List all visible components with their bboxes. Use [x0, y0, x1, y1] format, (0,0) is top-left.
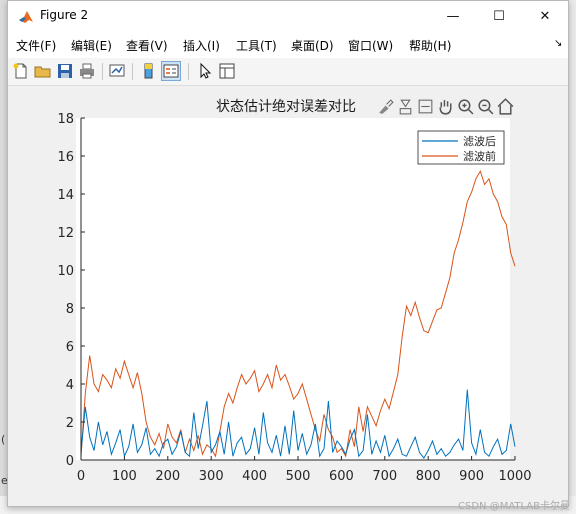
rotate-icon[interactable] [416, 97, 435, 116]
matlab-logo-icon [19, 11, 33, 23]
new-figure-icon[interactable] [12, 62, 30, 80]
chart-title: 状态估计绝对误差对比 [216, 99, 356, 115]
maximize-button[interactable]: ☐ [476, 1, 522, 32]
legend-icon[interactable] [161, 61, 181, 81]
menu-insert[interactable]: 插入(I) [183, 37, 220, 54]
open-folder-icon[interactable] [34, 62, 52, 80]
watermark-text: CSDN @MATLAB卡尔曼 [458, 501, 570, 512]
menu-edit[interactable]: 编辑(E) [71, 37, 112, 54]
menu-overflow-icon[interactable]: ↘ [554, 38, 562, 49]
figure-toolbar [8, 58, 568, 86]
window-title: Figure 2 [40, 8, 89, 22]
data-tip-icon[interactable] [396, 97, 415, 116]
close-button[interactable]: ✕ [522, 1, 568, 32]
close-icon: ✕ [539, 9, 551, 24]
print-icon[interactable] [78, 62, 96, 80]
minimize-button[interactable]: — [430, 1, 476, 32]
pointer-arrow-icon[interactable] [196, 62, 214, 80]
menu-file[interactable]: 文件(F) [16, 37, 56, 54]
toolbar-separator [188, 63, 189, 80]
toolbar-separator [132, 63, 133, 80]
pan-hand-icon[interactable] [436, 97, 455, 116]
minimize-icon: — [446, 9, 460, 24]
link-plot-icon[interactable] [108, 62, 126, 80]
axes-background [76, 118, 510, 460]
menu-window[interactable]: 窗口(W) [348, 37, 393, 54]
menu-bar: 文件(F) 编辑(E) 查看(V) 插入(I) 工具(T) 桌面(D) 窗口(W… [8, 32, 568, 59]
zoom-in-icon[interactable] [456, 97, 475, 116]
home-restore-icon[interactable] [496, 97, 515, 116]
background-text: ( [1, 433, 6, 446]
property-inspector-icon[interactable] [218, 62, 236, 80]
save-icon[interactable] [56, 62, 74, 80]
brush-icon[interactable] [376, 97, 395, 116]
maximize-icon: ☐ [493, 9, 505, 24]
zoom-out-icon[interactable] [476, 97, 495, 116]
menu-tools[interactable]: 工具(T) [236, 37, 277, 54]
colorbar-icon[interactable] [140, 62, 158, 80]
menu-desktop[interactable]: 桌面(D) [291, 37, 334, 54]
menu-help[interactable]: 帮助(H) [409, 37, 451, 54]
toolbar-separator [102, 63, 103, 80]
axes-toolbar [376, 97, 516, 117]
menu-view[interactable]: 查看(V) [126, 37, 168, 54]
title-bar[interactable]: Figure 2 — ☐ ✕ [8, 1, 568, 32]
